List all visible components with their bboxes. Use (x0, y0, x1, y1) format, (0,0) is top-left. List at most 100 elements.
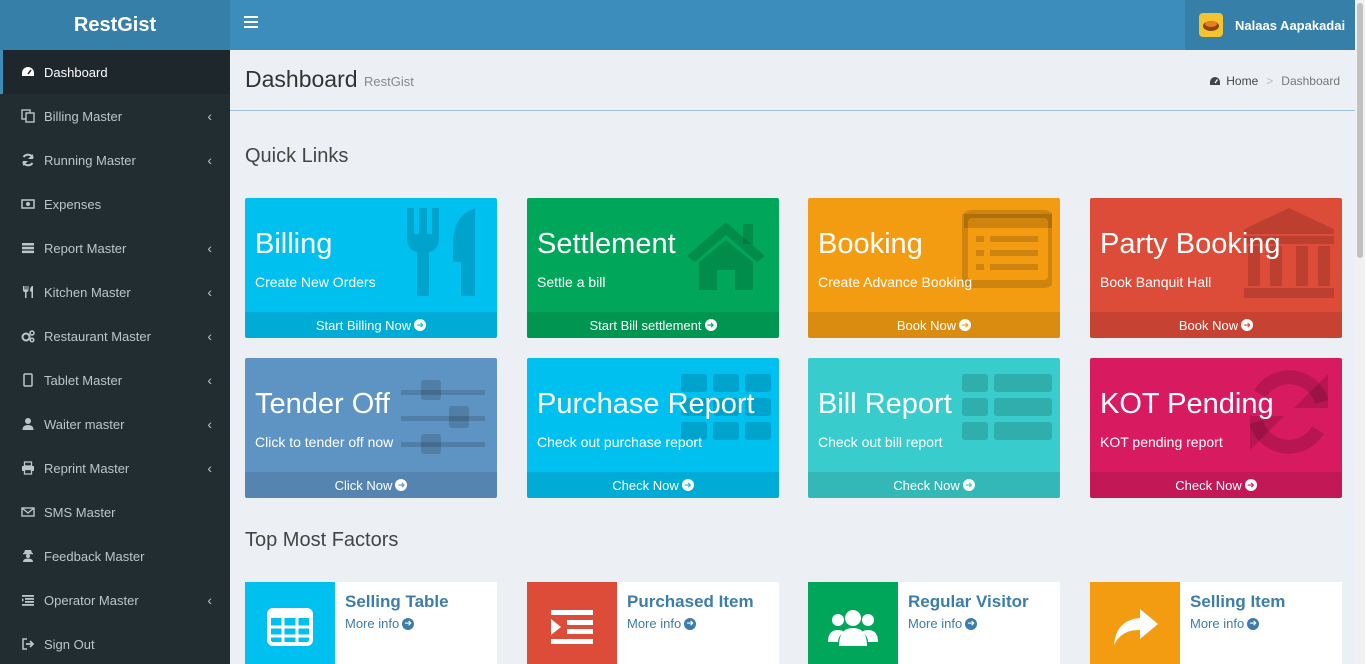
share-icon (1090, 582, 1180, 664)
dashboard-icon (1210, 76, 1221, 85)
tile-footer-link[interactable]: Start Billing Now ➜ (245, 312, 497, 338)
arrow-circle-right-icon: ➜ (402, 617, 415, 630)
factor-title: Regular Visitor (908, 592, 1029, 611)
tile-footer-label: Check Now (612, 477, 679, 493)
arrow-circle-right-icon: ➜ (684, 617, 697, 630)
tile-footer-label: Book Now (1178, 317, 1239, 333)
tile-subtitle: Book Banquit Hall (1100, 274, 1212, 290)
tile-subtitle: Check out purchase report (537, 434, 702, 450)
tile-footer-link[interactable]: Book Now ➜ (1090, 312, 1342, 338)
arrow-circle-right-icon: ➜ (414, 319, 427, 331)
factor-title: Selling Item (1190, 592, 1286, 611)
user-icon (20, 416, 36, 432)
sidebar-item-label: Dashboard (44, 64, 108, 80)
more-info-link[interactable]: More info ➜ (345, 616, 415, 631)
tablet-icon (20, 372, 36, 388)
quick-links-heading: Quick Links (245, 145, 349, 167)
chevron-left-icon: ‹ (207, 460, 212, 476)
sidebar-item-restaurant-master[interactable]: Restaurant Master ‹ (0, 314, 230, 358)
cutlery-icon (20, 284, 36, 300)
more-info-link[interactable]: More info ➜ (627, 616, 697, 631)
refresh-icon (20, 152, 36, 168)
tile-footer-label: Book Now (896, 317, 957, 333)
top-factors-heading: Top Most Factors (245, 529, 399, 551)
quick-link-tile-kot-pending[interactable]: KOT Pending KOT pending report Check Now ➜ (1090, 358, 1342, 498)
sidebar-item-billing-master[interactable]: Billing Master ‹ (0, 94, 230, 138)
tile-title: KOT Pending (1100, 388, 1274, 420)
food-bowl-icon (1203, 21, 1219, 31)
chevron-left-icon: ‹ (207, 284, 212, 300)
tile-subtitle: Create Advance Booking (818, 274, 973, 290)
quick-link-tile-bill-report[interactable]: Bill Report Check out bill report Check No… (808, 358, 1060, 498)
tile-footer-link[interactable]: Start Bill settlement ➜ (527, 312, 779, 338)
tile-footer-label: Start Billing Now (315, 317, 412, 333)
cogs-icon (20, 328, 36, 344)
sidebar-item-label: Sign Out (44, 636, 95, 652)
tile-footer-link[interactable]: Check Now ➜ (808, 472, 1060, 498)
sidebar-item-sms-master[interactable]: SMS Master (0, 490, 230, 534)
quick-link-tile-booking[interactable]: Booking Create Advance Booking Book Now ➜ (808, 198, 1060, 338)
more-info-label: More info (345, 616, 400, 631)
quick-link-tile-party-booking[interactable]: Party Booking Book Banquit Hall Book Now ➜ (1090, 198, 1342, 338)
sidebar-item-expenses[interactable]: Expenses (0, 182, 230, 226)
sidebar-toggle-icon[interactable] (244, 16, 258, 34)
quick-link-tile-tender-off[interactable]: Tender Off Click to tender off now Click N… (245, 358, 497, 498)
sidebar: RestGist Dashboard Billing Master ‹ Running… (0, 0, 230, 664)
sidebar-item-waiter-master[interactable]: Waiter master ‹ (0, 402, 230, 446)
money-icon (20, 196, 36, 212)
chevron-left-icon: ‹ (207, 152, 212, 168)
more-info-label: More info (908, 616, 963, 631)
sidebar-item-label: Reprint Master (44, 460, 130, 476)
sidebar-item-running-master[interactable]: Running Master ‹ (0, 138, 230, 182)
sidebar-item-operator-master[interactable]: Operator Master ‹ (0, 578, 230, 622)
sidebar-item-dashboard[interactable]: Dashboard (0, 50, 230, 94)
tile-subtitle: Click to tender off now (255, 434, 394, 450)
scrollbar-thumb[interactable] (1357, 3, 1363, 258)
dashboard-icon (20, 64, 36, 80)
more-info-link[interactable]: More info ➜ (1190, 616, 1260, 631)
tile-footer-link[interactable]: Book Now ➜ (808, 312, 1060, 338)
tile-title: Purchase Report (537, 388, 755, 420)
factor-box-selling-table: Selling Table More info ➜ (245, 582, 497, 664)
tile-subtitle: Create New Orders (255, 274, 376, 290)
more-info-link[interactable]: More info ➜ (908, 616, 978, 631)
tile-title: Billing (255, 228, 333, 260)
arrow-circle-right-icon: ➜ (1247, 617, 1260, 630)
sidebar-item-kitchen-master[interactable]: Kitchen Master ‹ (0, 270, 230, 314)
sidebar-item-label: Billing Master (44, 108, 123, 124)
user-name: Nalaas Aapakadai (1235, 17, 1346, 33)
quick-link-tile-billing[interactable]: Billing Create New Orders Start Billing No… (245, 198, 497, 338)
breadcrumb-home-link[interactable]: Home (1226, 74, 1258, 88)
user-avatar (1199, 13, 1223, 37)
breadcrumb-separator: > (1266, 74, 1274, 88)
user-menu[interactable]: Nalaas Aapakadai (1185, 0, 1355, 50)
sidebar-item-label: Tablet Master (44, 372, 123, 388)
sidebar-item-tablet-master[interactable]: Tablet Master ‹ (0, 358, 230, 402)
th-list-icon (962, 364, 1052, 460)
app-logo[interactable]: RestGist (0, 0, 230, 50)
tile-footer-link[interactable]: Check Now ➜ (1090, 472, 1342, 498)
tile-footer-link[interactable]: Click Now ➜ (245, 472, 497, 498)
sidebar-item-label: Feedback Master (44, 548, 145, 564)
page-scrollbar[interactable] (1355, 0, 1365, 664)
sidebar-item-report-master[interactable]: Report Master ‹ (0, 226, 230, 270)
sidebar-item-reprint-master[interactable]: Reprint Master ‹ (0, 446, 230, 490)
copy-icon (20, 108, 36, 124)
sidebar-item-label: SMS Master (44, 504, 116, 520)
sidebar-item-sign-out[interactable]: Sign Out (0, 622, 230, 664)
print-icon (20, 460, 36, 476)
quick-link-tile-settlement[interactable]: Settlement Settle a bill Start Bill settle… (527, 198, 779, 338)
breadcrumb: Home > Dashboard (1209, 74, 1340, 88)
quick-link-tile-purchase-report[interactable]: Purchase Report Check out purchase report… (527, 358, 779, 498)
sidebar-item-feedback-master[interactable]: Feedback Master (0, 534, 230, 578)
arrow-circle-right-icon: ➜ (704, 319, 717, 331)
tile-footer-link[interactable]: Check Now ➜ (527, 472, 779, 498)
arrow-circle-right-icon: ➜ (965, 617, 978, 630)
factor-title: Purchased Item (627, 592, 754, 611)
users-icon (808, 582, 898, 664)
top-navbar: Nalaas Aapakadai (230, 0, 1355, 50)
tile-subtitle: KOT pending report (1100, 434, 1223, 450)
factor-box-purchased-item: Purchased Item More info ➜ (527, 582, 779, 664)
factor-box-regular-visitor: Regular Visitor More info ➜ (808, 582, 1060, 664)
tile-subtitle: Check out bill report (818, 434, 943, 450)
